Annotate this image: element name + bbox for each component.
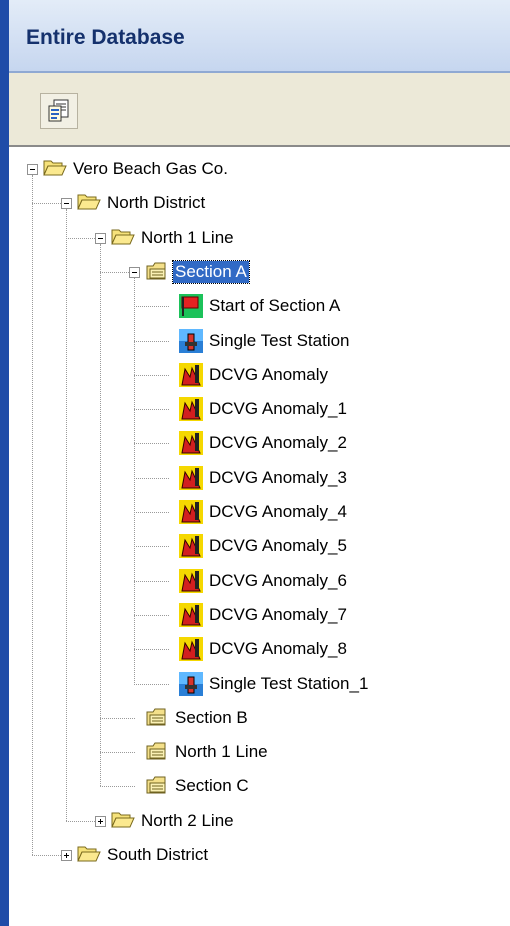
collapse-toggle[interactable] xyxy=(129,266,140,278)
tree-node-label[interactable]: DCVG Anomaly_7 xyxy=(207,604,349,626)
collapse-toggle[interactable] xyxy=(95,232,106,244)
window-edge xyxy=(0,0,9,926)
tree-node[interactable]: DCVG Anomaly_6 xyxy=(9,568,509,599)
tree-node[interactable]: DCVG Anomaly xyxy=(9,362,509,393)
panel-title: Entire Database xyxy=(26,26,185,49)
tree-node[interactable]: Section A xyxy=(9,259,509,290)
start-flag-icon xyxy=(179,294,203,319)
tree-node-label[interactable]: DCVG Anomaly_3 xyxy=(207,467,349,489)
tree-node-label[interactable]: North District xyxy=(105,192,207,214)
folder-open-icon xyxy=(43,157,67,179)
tree-node[interactable]: North District xyxy=(9,191,509,221)
folder-open-icon xyxy=(111,226,135,248)
tree-node[interactable]: Vero Beach Gas Co. xyxy=(9,157,509,187)
tree-node[interactable]: North 1 Line xyxy=(9,740,509,770)
dcvg-anomaly-icon xyxy=(179,568,203,593)
tree-node-label[interactable]: DCVG Anomaly_4 xyxy=(207,501,349,523)
collapse-toggle[interactable] xyxy=(27,164,38,175)
tree-node-label[interactable]: Start of Section A xyxy=(207,295,342,317)
report-icon xyxy=(48,99,69,122)
expand-toggle[interactable] xyxy=(95,815,106,827)
tree-node[interactable]: DCVG Anomaly_1 xyxy=(9,397,509,427)
dcvg-anomaly-icon xyxy=(179,534,203,559)
collapse-toggle[interactable] xyxy=(61,198,72,210)
tree-node-label[interactable]: DCVG Anomaly_1 xyxy=(207,398,349,420)
toolbar xyxy=(9,73,510,145)
tree-node-label[interactable]: Vero Beach Gas Co. xyxy=(71,158,230,180)
section-folder-icon xyxy=(145,774,169,796)
tree-node-label[interactable]: Single Test Station_1 xyxy=(207,673,370,695)
tree-node[interactable]: DCVG Anomaly_2 xyxy=(9,431,509,461)
tree-node[interactable]: DCVG Anomaly_8 xyxy=(9,637,509,667)
tree-node[interactable]: South District xyxy=(9,843,509,873)
folder-open-icon xyxy=(111,809,135,831)
tree-node[interactable]: DCVG Anomaly_7 xyxy=(9,602,509,633)
tree-node[interactable]: North 1 Line xyxy=(9,226,509,256)
test-station-icon xyxy=(179,671,203,696)
section-folder-icon xyxy=(145,706,169,728)
tree-node[interactable]: Single Test Station xyxy=(9,328,509,359)
folder-open-icon xyxy=(77,843,101,865)
tree-node-label[interactable]: South District xyxy=(105,844,210,866)
report-button[interactable] xyxy=(40,93,78,129)
tree-node-label[interactable]: DCVG Anomaly_8 xyxy=(207,638,349,660)
folder-open-icon xyxy=(77,191,101,213)
tree-node-label[interactable]: North 1 Line xyxy=(139,227,236,249)
dcvg-anomaly-icon xyxy=(179,637,203,662)
test-station-icon xyxy=(179,328,203,353)
section-folder-icon xyxy=(145,260,169,282)
dcvg-anomaly-icon xyxy=(179,465,203,490)
dcvg-anomaly-icon xyxy=(179,397,203,422)
dcvg-anomaly-icon xyxy=(179,500,203,524)
tree-node[interactable]: Section C xyxy=(9,774,509,804)
section-folder-icon xyxy=(145,740,169,762)
tree-node-label[interactable]: DCVG Anomaly_2 xyxy=(207,432,349,454)
tree-node[interactable]: Single Test Station_1 xyxy=(9,671,509,702)
panel-header: Entire Database xyxy=(9,0,510,71)
tree-node-label[interactable]: Section B xyxy=(173,707,250,729)
tree-node-label[interactable]: North 2 Line xyxy=(139,810,236,832)
tree-node-label[interactable]: Single Test Station xyxy=(207,330,352,352)
tree-node-label[interactable]: Section A xyxy=(172,259,250,284)
tree-node[interactable]: DCVG Anomaly_4 xyxy=(9,500,509,530)
tree-node[interactable]: Section B xyxy=(9,706,509,736)
tree-node-label[interactable]: DCVG Anomaly_5 xyxy=(207,535,349,557)
tree-node-label[interactable]: Section C xyxy=(173,775,251,797)
tree-node[interactable]: Start of Section A xyxy=(9,294,509,324)
tree-node-label[interactable]: North 1 Line xyxy=(173,741,270,763)
tree-node[interactable]: DCVG Anomaly_3 xyxy=(9,465,509,496)
expand-toggle[interactable] xyxy=(61,850,72,861)
tree-node[interactable]: North 2 Line xyxy=(9,809,509,839)
tree-node[interactable]: DCVG Anomaly_5 xyxy=(9,534,509,564)
dcvg-anomaly-icon xyxy=(179,431,203,456)
database-tree[interactable]: Vero Beach Gas Co. North District North 1 … xyxy=(9,147,510,926)
dcvg-anomaly-icon xyxy=(179,362,203,387)
dcvg-anomaly-icon xyxy=(179,602,203,627)
tree-node-label[interactable]: DCVG Anomaly_6 xyxy=(207,570,349,592)
tree-node-label[interactable]: DCVG Anomaly xyxy=(207,364,330,386)
